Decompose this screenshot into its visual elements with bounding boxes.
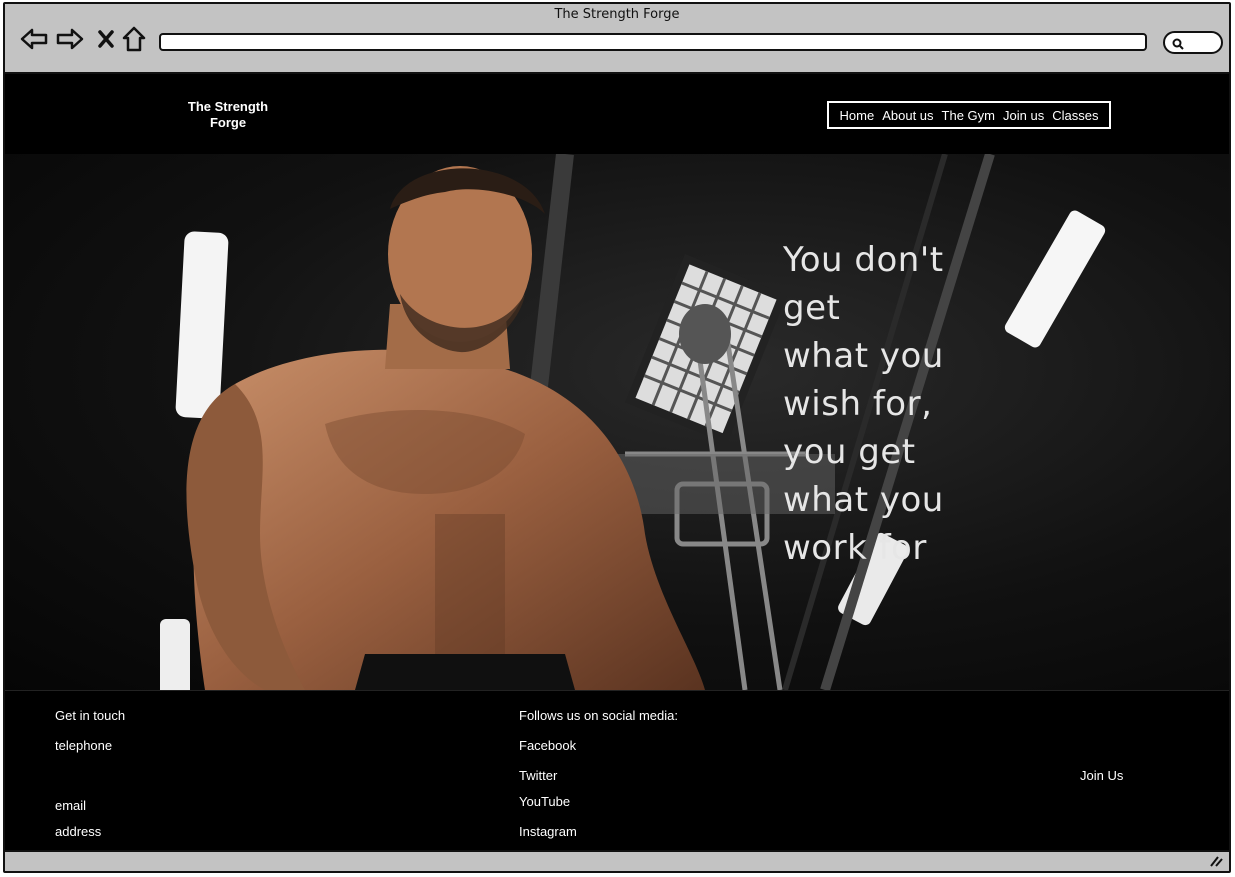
quote-line: work for [783, 528, 927, 568]
resize-grip-icon[interactable] [1209, 855, 1223, 867]
nav-link-the-gym[interactable]: The Gym [942, 108, 995, 123]
youtube-link[interactable]: YouTube [519, 794, 570, 809]
join-us-link[interactable]: Join Us [1080, 768, 1123, 783]
hero-section: You don't get what you wish for, you get… [5, 154, 1229, 690]
quote-line: what you [783, 480, 944, 520]
browser-title: The Strength Forge [554, 7, 680, 22]
social-heading: Follows us on social media: [519, 708, 678, 723]
home-icon[interactable] [119, 24, 149, 54]
ceiling-light [1004, 210, 1106, 348]
ceiling-light [175, 231, 229, 419]
site-footer: Get in touch telephone email address Fol… [5, 690, 1229, 850]
nav-link-home[interactable]: Home [840, 108, 875, 123]
close-icon[interactable] [91, 24, 121, 54]
instagram-link[interactable]: Instagram [519, 824, 577, 839]
logo-line-2: Forge [209, 115, 247, 130]
site-header: The Strength Forge Home About us The Gym… [5, 74, 1229, 154]
main-navigation: Home About us The Gym Join us Classes [827, 101, 1111, 129]
twitter-link[interactable]: Twitter [519, 768, 557, 783]
site-logo[interactable]: The Strength Forge [180, 99, 276, 131]
quote-line: get [783, 288, 841, 328]
quote-line: what you [783, 336, 944, 376]
search-field[interactable] [1163, 31, 1223, 54]
nav-link-join-us[interactable]: Join us [1003, 108, 1044, 123]
nav-link-classes[interactable]: Classes [1052, 108, 1098, 123]
quote-line: you get [783, 432, 916, 472]
nav-link-about-us[interactable]: About us [882, 108, 933, 123]
email-link[interactable]: email [55, 798, 86, 813]
page-viewport: The Strength Forge Home About us The Gym… [5, 72, 1229, 852]
hero-image [160, 154, 1106, 690]
quote-line: wish for, [783, 384, 933, 424]
browser-window: The Strength Forge The Strength Forge Ho… [3, 2, 1231, 873]
athlete-figure [186, 166, 705, 690]
ceiling-light [160, 619, 190, 690]
logo-line-1: The Strength [187, 99, 269, 114]
facebook-link[interactable]: Facebook [519, 738, 576, 753]
telephone-link[interactable]: telephone [55, 738, 112, 753]
quote-line: You don't [783, 240, 944, 280]
forward-arrow-icon[interactable] [55, 24, 85, 54]
hero-quote: You don't get what you wish for, you get… [783, 236, 983, 572]
back-arrow-icon[interactable] [19, 24, 49, 54]
search-icon [1172, 38, 1184, 50]
contact-heading: Get in touch [55, 708, 126, 723]
address-link[interactable]: address [55, 824, 101, 839]
address-bar[interactable] [159, 33, 1147, 51]
